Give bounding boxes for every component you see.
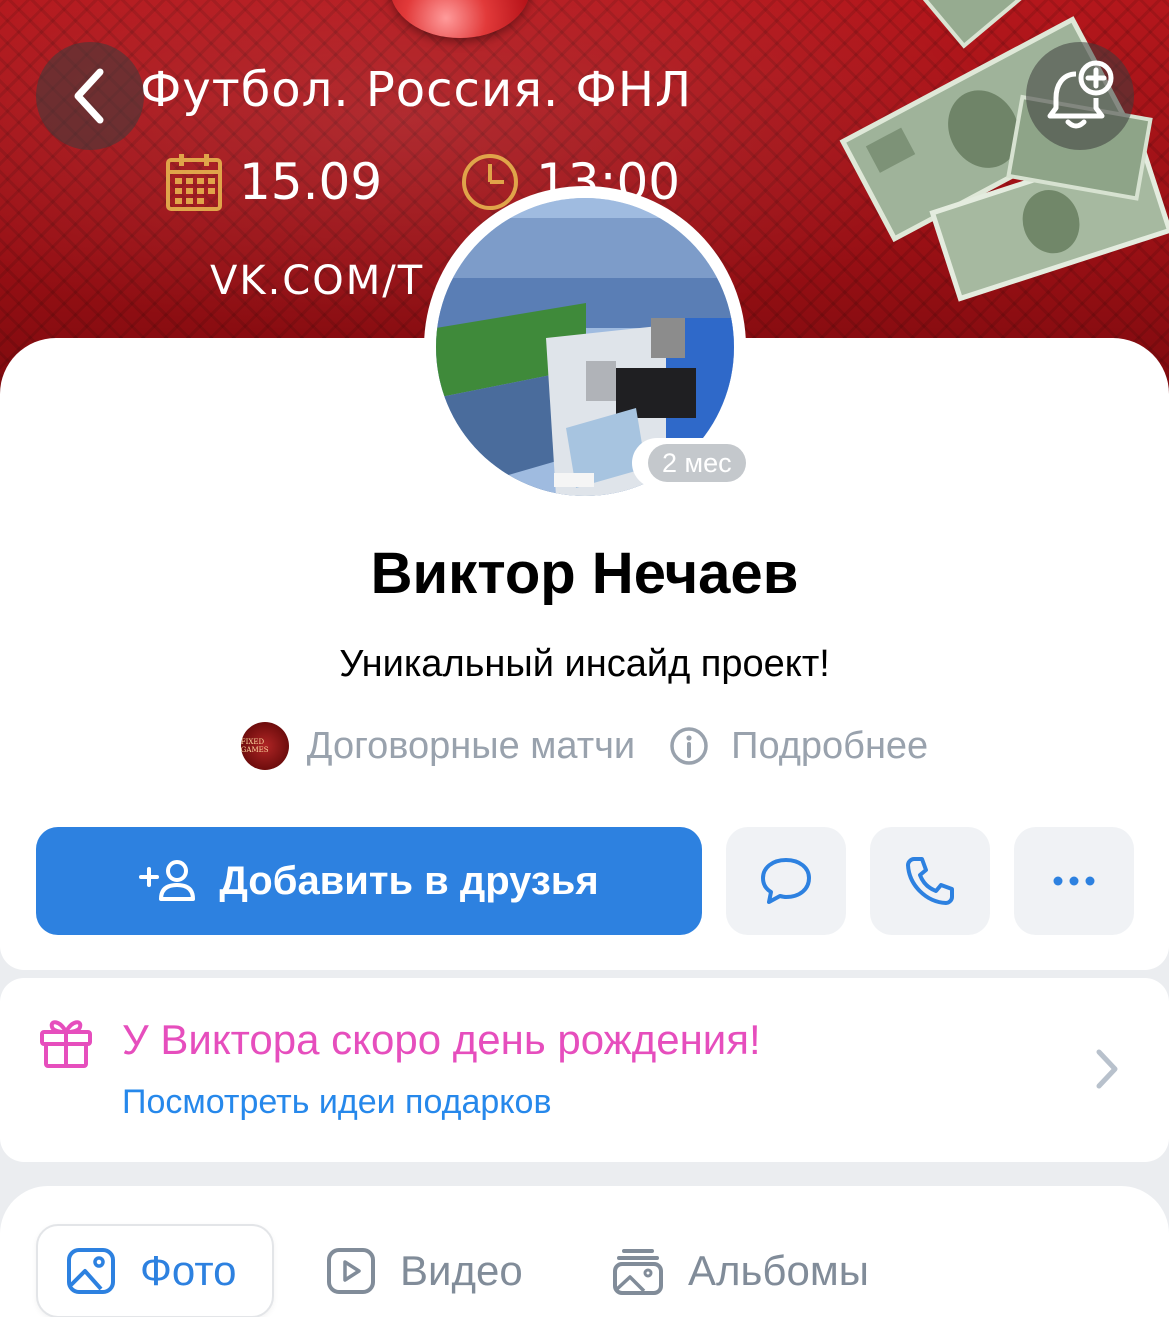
- message-bubble-icon: [761, 858, 811, 904]
- details-label: Подробнее: [731, 724, 929, 767]
- back-button[interactable]: [36, 42, 144, 150]
- video-icon: [327, 1248, 375, 1294]
- profile-meta-row: FIXED GAMES Договорные матчи Подробнее: [0, 722, 1169, 770]
- add-friend-button[interactable]: Добавить в друзья: [36, 827, 702, 935]
- more-button[interactable]: [1014, 827, 1134, 935]
- bell-plus-icon: [1047, 60, 1114, 129]
- add-user-icon: [139, 860, 196, 901]
- call-button[interactable]: [870, 827, 990, 935]
- info-icon: [670, 727, 708, 765]
- more-dots-icon: [1053, 876, 1095, 886]
- photo-icon: [67, 1248, 115, 1294]
- group-link[interactable]: FIXED GAMES Договорные матчи: [240, 722, 636, 770]
- message-button[interactable]: [726, 827, 846, 935]
- details-link[interactable]: Подробнее: [635, 725, 928, 768]
- money-bills-decoration: [839, 0, 1169, 302]
- tab-albums-label: Альбомы: [688, 1247, 869, 1294]
- tab-video-label: Видео: [400, 1247, 523, 1294]
- profile-name: Виктор Нечаев: [370, 541, 799, 606]
- cover-title: Футбол. Россия. ФНЛ: [140, 62, 693, 118]
- add-friend-label: Добавить в друзья: [219, 858, 599, 903]
- cover-date: 15.09: [239, 153, 383, 211]
- cover-date-block: 15.09: [165, 152, 382, 212]
- cover-url: VK.COM/T: [210, 258, 425, 304]
- profile-actions: Добавить в друзья: [36, 827, 1134, 935]
- birthday-title: У Виктора скоро день рождения!: [122, 1016, 761, 1063]
- last-seen-text: 2 мес: [648, 444, 746, 482]
- chevron-left-icon: [74, 68, 104, 124]
- group-logo: FIXED GAMES: [240, 722, 289, 770]
- gift-ideas-link[interactable]: Посмотреть идеи подарков: [122, 1083, 552, 1122]
- tab-video[interactable]: Видео: [326, 1224, 523, 1317]
- last-seen-badge: 2 мес: [632, 438, 762, 488]
- tab-albums[interactable]: Альбомы: [612, 1224, 869, 1317]
- tab-photo-label: Фото: [140, 1247, 237, 1294]
- calendar-icon: [166, 154, 222, 211]
- chevron-right-icon: [1096, 1049, 1118, 1089]
- birthday-card[interactable]: [0, 978, 1169, 1162]
- albums-icon: [613, 1249, 663, 1295]
- phone-icon: [906, 857, 954, 905]
- group-label: Договорные матчи: [306, 724, 636, 767]
- subscribe-notifications-button[interactable]: [1026, 42, 1134, 150]
- tab-photo[interactable]: Фото: [36, 1224, 274, 1317]
- gift-icon: [40, 1020, 92, 1068]
- cover-ball-decoration: [390, 0, 530, 38]
- profile-status: Уникальный инсайд проект!: [339, 643, 830, 685]
